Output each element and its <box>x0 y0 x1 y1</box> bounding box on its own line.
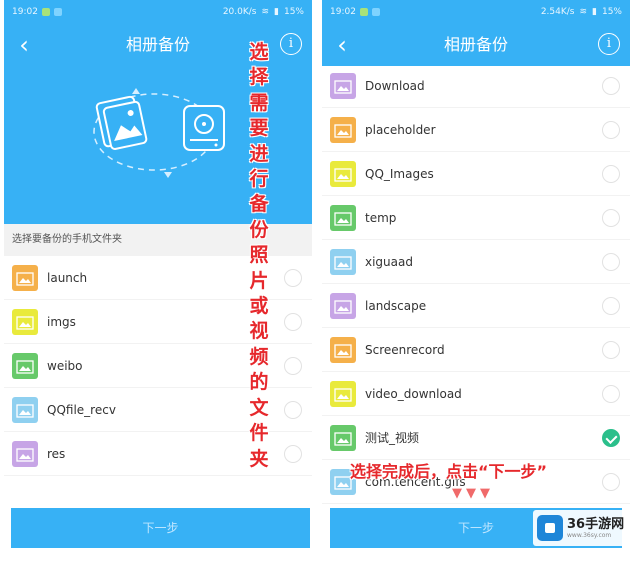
folder-name: temp <box>365 210 397 225</box>
select-circle-checkbox[interactable] <box>602 340 620 359</box>
select-circle-checkbox[interactable] <box>602 384 620 403</box>
instruction-caption: 选择完成后，点击“下一步” <box>350 462 548 481</box>
folder-image-icon-svg <box>330 380 356 407</box>
folder-image-icon <box>330 424 356 451</box>
vertical-instruction-caption: 选择需要进行备份照片或视频的文件夹 <box>249 41 269 470</box>
select-circle-checkbox[interactable] <box>602 208 620 227</box>
network-speed: 20.0K/s <box>222 7 257 17</box>
folder-row[interactable]: video_download <box>322 372 630 416</box>
folder-name: 测试_视频 <box>365 431 420 445</box>
folder-image-icon-svg <box>330 292 356 319</box>
folder-image-icon-svg <box>12 440 38 467</box>
app-notification-icon <box>53 8 62 16</box>
folder-image-icon <box>12 308 38 335</box>
folder-image-icon-svg <box>330 160 356 187</box>
folder-row[interactable]: landscape <box>322 284 630 328</box>
folder-image-icon <box>12 440 38 467</box>
folder-name: res <box>47 446 66 461</box>
folder-image-icon-svg <box>330 204 356 231</box>
folder-image-icon-svg <box>330 248 356 275</box>
folder-image-icon-svg <box>330 116 356 143</box>
folder-image-icon-svg <box>12 352 38 379</box>
signal-icon: ▮ <box>274 7 279 17</box>
select-circle-checkbox[interactable] <box>602 76 620 95</box>
select-circle-checkbox[interactable] <box>602 472 620 491</box>
folder-image-icon <box>330 72 356 99</box>
folder-name: QQ_Images <box>365 166 434 181</box>
folder-image-icon <box>12 264 38 291</box>
folder-image-icon-svg <box>12 308 38 335</box>
status-time: 19:02 <box>330 7 356 17</box>
status-bar: 19:02 2.54K/s ≋ ▮ 15% <box>322 0 630 24</box>
info-icon[interactable]: i <box>280 33 302 55</box>
site-logo-icon <box>537 515 563 541</box>
page-title: 相册备份 <box>443 35 508 54</box>
signal-icon: ▮ <box>592 7 597 17</box>
checkmark-checked-icon[interactable] <box>602 428 620 447</box>
folder-row[interactable]: 测试_视频 <box>322 416 630 460</box>
folder-row[interactable]: temp <box>322 196 630 240</box>
folder-image-icon-svg <box>330 424 356 451</box>
select-circle-checkbox[interactable] <box>284 268 302 287</box>
folder-image-icon <box>12 352 38 379</box>
folder-name: Download <box>365 78 425 93</box>
next-step-button[interactable]: 下一步 <box>11 508 310 548</box>
select-circle-checkbox[interactable] <box>602 296 620 315</box>
folder-name: QQfile_recv <box>47 402 116 417</box>
wifi-icon: ≋ <box>261 7 270 17</box>
folder-name: weibo <box>47 358 83 373</box>
app-notification-icon <box>371 8 380 16</box>
site-watermark: 36手游网 www.36sy.com <box>533 510 633 546</box>
folder-image-icon <box>330 292 356 319</box>
select-circle-checkbox[interactable] <box>284 400 302 419</box>
select-circle-checkbox[interactable] <box>602 164 620 183</box>
app-notification-icon <box>359 8 368 16</box>
folder-image-icon <box>330 116 356 143</box>
status-bar: 19:02 20.0K/s ≋ ▮ 15% <box>4 0 312 24</box>
battery-level: 15% <box>601 7 622 17</box>
folder-name: launch <box>47 270 88 285</box>
watermark-url: www.36sy.com <box>567 531 612 539</box>
select-circle-checkbox[interactable] <box>284 312 302 331</box>
select-circle-checkbox[interactable] <box>602 252 620 271</box>
wifi-icon: ≋ <box>579 7 588 17</box>
folder-name: imgs <box>47 314 76 329</box>
folder-row[interactable]: placeholder <box>322 108 630 152</box>
folder-name: Screenrecord <box>365 342 445 357</box>
battery-level: 15% <box>283 7 304 17</box>
folder-image-icon <box>330 380 356 407</box>
folder-image-icon-svg <box>12 396 38 423</box>
app-notification-icon <box>41 8 50 16</box>
folder-image-icon-svg <box>330 72 356 99</box>
info-icon[interactable]: i <box>598 33 620 55</box>
folder-name: landscape <box>365 298 427 313</box>
folder-row[interactable]: Download <box>322 64 630 108</box>
folder-image-icon-svg <box>12 264 38 291</box>
title-bar: ‹ 相册备份 i <box>322 24 630 66</box>
folder-image-icon <box>330 336 356 363</box>
select-circle-checkbox[interactable] <box>284 444 302 463</box>
folder-row[interactable]: QQ_Images <box>322 152 630 196</box>
folder-image-icon <box>12 396 38 423</box>
folder-name: xiguaad <box>365 254 413 269</box>
folder-image-icon <box>330 204 356 231</box>
down-arrows-icon: ▼▼▼ <box>452 486 494 501</box>
folder-list: Download placeholder QQ_Imagestemp xiguaad l… <box>322 64 630 504</box>
folder-row[interactable]: Screenrecord <box>322 328 630 372</box>
folder-row[interactable]: xiguaad <box>322 240 630 284</box>
folder-name: video_download <box>365 386 462 401</box>
select-circle-checkbox[interactable] <box>602 120 620 139</box>
status-time: 19:02 <box>12 7 38 17</box>
folder-image-icon <box>330 160 356 187</box>
select-circle-checkbox[interactable] <box>284 356 302 375</box>
folder-name: placeholder <box>365 122 436 137</box>
network-speed: 2.54K/s <box>540 7 575 17</box>
folder-image-icon <box>330 248 356 275</box>
folder-image-icon-svg <box>330 336 356 363</box>
watermark-title: 36手游网 <box>567 516 625 532</box>
